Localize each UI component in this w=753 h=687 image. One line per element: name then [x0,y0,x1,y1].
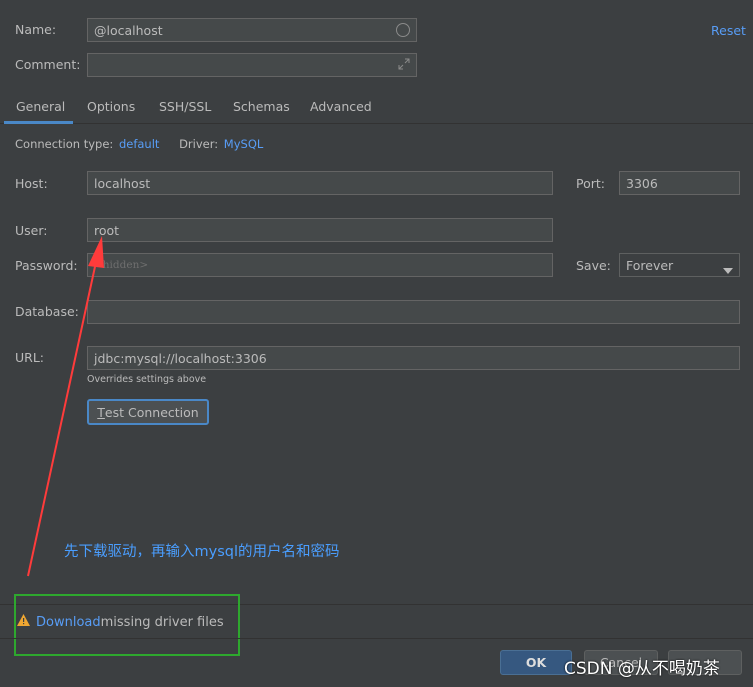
missing-driver-text: missing driver files [100,614,224,630]
driver-warning: Download missing driver files [17,614,224,630]
ok-label: OK [525,655,547,670]
download-link[interactable]: Download [36,615,101,630]
ok-button[interactable]: OK [500,650,572,675]
annotation-text: 先下载驱动，再输入mysql的用户名和密码 [64,544,340,560]
watermark: CSDN @从不喝奶茶 [564,659,720,679]
footer-divider [0,638,753,639]
annotation-arrow [27,236,104,577]
warning-icon [17,614,30,630]
